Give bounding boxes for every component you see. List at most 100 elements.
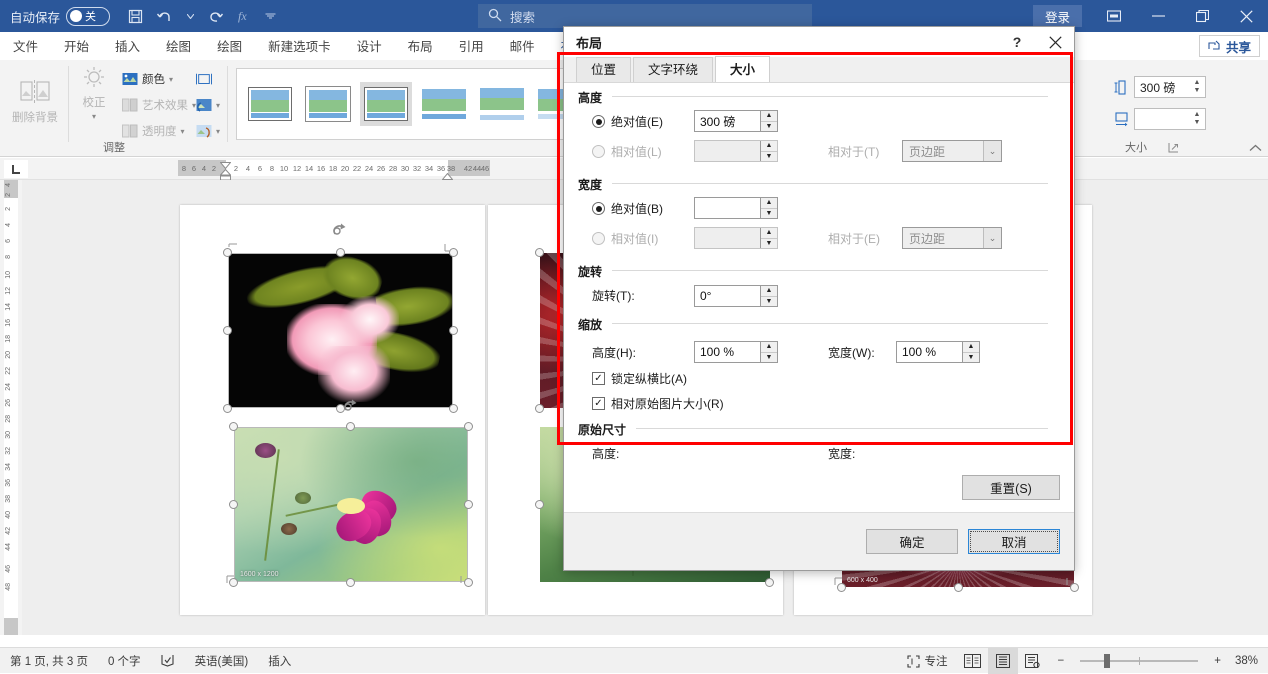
scale-width-input[interactable]: 100 % ▲ ▼	[896, 341, 980, 363]
scale-height-input[interactable]: 100 % ▲ ▼	[694, 341, 778, 363]
width-relative-input[interactable]: ▲ ▼	[694, 227, 778, 249]
tab-home[interactable]: 开始	[51, 34, 102, 60]
dialog-tab-text-wrapping[interactable]: 文字环绕	[633, 57, 714, 82]
width-relative-radio[interactable]	[592, 232, 605, 245]
picture-style-4[interactable]	[476, 82, 528, 126]
height-absolute-input[interactable]: 300 磅 ▲ ▼	[694, 110, 778, 132]
cancel-button[interactable]: 取消	[968, 529, 1060, 554]
ok-button[interactable]: 确定	[866, 529, 958, 554]
dialog-tab-position[interactable]: 位置	[576, 57, 632, 82]
tab-file[interactable]: 文件	[0, 34, 51, 60]
reset-picture-dropdown-icon[interactable]: ▾	[216, 127, 220, 136]
handle-middle-left[interactable]	[229, 500, 238, 509]
page-1[interactable]: 1600 x 1200	[180, 205, 485, 615]
height-relative-radio[interactable]	[592, 145, 605, 158]
tab-design[interactable]: 设计	[344, 34, 395, 60]
width-absolute-spinner[interactable]: ▲ ▼	[760, 198, 777, 218]
transparency-dropdown-icon[interactable]: ▾	[181, 127, 185, 136]
rotate-handle-bottom-prev[interactable]	[343, 399, 359, 415]
close-icon[interactable]	[1224, 0, 1268, 32]
handle-middle-right[interactable]	[449, 326, 458, 335]
tab-insert[interactable]: 插入	[102, 34, 153, 60]
search-input[interactable]: 搜索	[478, 4, 812, 28]
rotate-spinner[interactable]: ▲ ▼	[760, 286, 777, 306]
picture-style-2[interactable]	[360, 82, 412, 126]
handle-top-right[interactable]	[464, 422, 473, 431]
shape-height-input[interactable]: 300 磅 ▲ ▼	[1134, 76, 1206, 98]
sign-in-button[interactable]: 登录	[1032, 5, 1082, 27]
redo-icon[interactable]	[200, 3, 230, 29]
tab-references[interactable]: 引用	[446, 34, 497, 60]
artistic-effects-button[interactable]: 艺术效果 ▾	[122, 94, 196, 116]
undo-dropdown-icon[interactable]	[180, 3, 200, 29]
change-picture-button[interactable]: ▾	[196, 94, 220, 116]
height-relative-input[interactable]: ▲ ▼	[694, 140, 778, 162]
vertical-ruler[interactable]: 4 2 2 4 6 8 10 12 14 16 18 20 22 24 26 2…	[0, 180, 22, 635]
tab-new-tab[interactable]: 新建选项卡	[255, 34, 344, 60]
height-absolute-spinner[interactable]: ▲ ▼	[760, 111, 777, 131]
picture-style-0[interactable]	[244, 82, 296, 126]
proofing-icon[interactable]	[151, 648, 185, 674]
picture-style-3[interactable]	[418, 82, 470, 126]
relative-original-size-checkbox[interactable]: ✓	[592, 397, 605, 410]
scale-height-spinner[interactable]: ▲ ▼	[760, 342, 777, 362]
autosave-toggle[interactable]: 关	[66, 6, 111, 26]
remove-background-button[interactable]: 删除背景	[6, 66, 64, 138]
height-absolute-radio[interactable]	[592, 115, 605, 128]
handle-middle-right[interactable]	[464, 500, 473, 509]
corrections-button[interactable]: 校正 ▾	[72, 66, 116, 144]
change-picture-dropdown-icon[interactable]: ▾	[216, 101, 220, 110]
compress-pictures-button[interactable]	[196, 68, 212, 90]
height-relative-spinner[interactable]: ▲ ▼	[760, 141, 777, 161]
color-button[interactable]: 颜色 ▾	[122, 68, 173, 90]
chevron-down-icon[interactable]: ⌄	[983, 228, 1001, 248]
zoom-out-button[interactable]: −	[1048, 648, 1075, 674]
ribbon-display-options-icon[interactable]	[1092, 0, 1136, 32]
handle-top-left[interactable]	[229, 422, 238, 431]
undo-icon[interactable]	[150, 3, 180, 29]
handle-top-center[interactable]	[336, 248, 345, 257]
scale-width-spinner[interactable]: ▲ ▼	[962, 342, 979, 362]
zoom-slider[interactable]	[1074, 648, 1204, 674]
read-mode-button[interactable]	[958, 648, 988, 674]
share-button[interactable]: 共享	[1198, 35, 1260, 57]
customize-qat-icon[interactable]	[260, 3, 280, 29]
lock-aspect-ratio-checkbox[interactable]: ✓	[592, 372, 605, 385]
reset-button[interactable]: 重置(S)	[962, 475, 1060, 500]
web-layout-button[interactable]	[1018, 648, 1048, 674]
lock-aspect-ratio-row[interactable]: ✓ 锁定纵横比(A)	[592, 370, 687, 387]
handle-bottom-left[interactable]	[223, 404, 232, 413]
tab-draw[interactable]: 绘图	[153, 34, 204, 60]
focus-mode-button[interactable]: 专注	[897, 648, 958, 674]
handle-middle-left[interactable]	[223, 326, 232, 335]
restore-icon[interactable]	[1180, 0, 1224, 32]
width-absolute-radio[interactable]	[592, 202, 605, 215]
handle-top-center[interactable]	[346, 422, 355, 431]
collapse-ribbon-icon[interactable]	[1249, 143, 1262, 155]
insert-mode[interactable]: 插入	[258, 648, 301, 674]
shape-width-input[interactable]: ▲ ▼	[1134, 108, 1206, 130]
handle-bottom-right[interactable]	[449, 404, 458, 413]
zoom-in-button[interactable]: +	[1204, 648, 1231, 674]
shape-height-spinner[interactable]: ▲ ▼	[1190, 78, 1204, 96]
language[interactable]: 英语(美国)	[185, 648, 259, 674]
fx-icon[interactable]: fx	[230, 3, 260, 29]
size-dialog-launcher-icon[interactable]	[1168, 142, 1180, 154]
tab-draw-2[interactable]: 绘图	[204, 34, 255, 60]
chevron-down-icon[interactable]: ⌄	[983, 141, 1001, 161]
tab-mailings[interactable]: 邮件	[497, 34, 548, 60]
rotate-input[interactable]: 0° ▲ ▼	[694, 285, 778, 307]
color-dropdown-icon[interactable]: ▾	[169, 75, 173, 84]
layout-dialog[interactable]: 布局 ? 位置 文字环绕 大小 高度 绝对值(E) 300 磅 ▲ ▼ 相对值(…	[563, 26, 1075, 571]
zoom-slider-thumb[interactable]	[1104, 654, 1111, 668]
width-relative-spinner[interactable]: ▲ ▼	[760, 228, 777, 248]
width-relative-to-select[interactable]: 页边距 ⌄	[902, 227, 1002, 249]
shape-width-spinner[interactable]: ▲ ▼	[1190, 110, 1204, 128]
height-relative-to-select[interactable]: 页边距 ⌄	[902, 140, 1002, 162]
help-icon[interactable]: ?	[998, 28, 1036, 56]
dialog-close-icon[interactable]	[1036, 28, 1074, 56]
dialog-tab-size[interactable]: 大小	[715, 56, 771, 82]
page-info[interactable]: 第 1 页, 共 3 页	[0, 648, 98, 674]
tab-layout[interactable]: 布局	[395, 34, 446, 60]
picture-style-1[interactable]	[302, 82, 354, 126]
